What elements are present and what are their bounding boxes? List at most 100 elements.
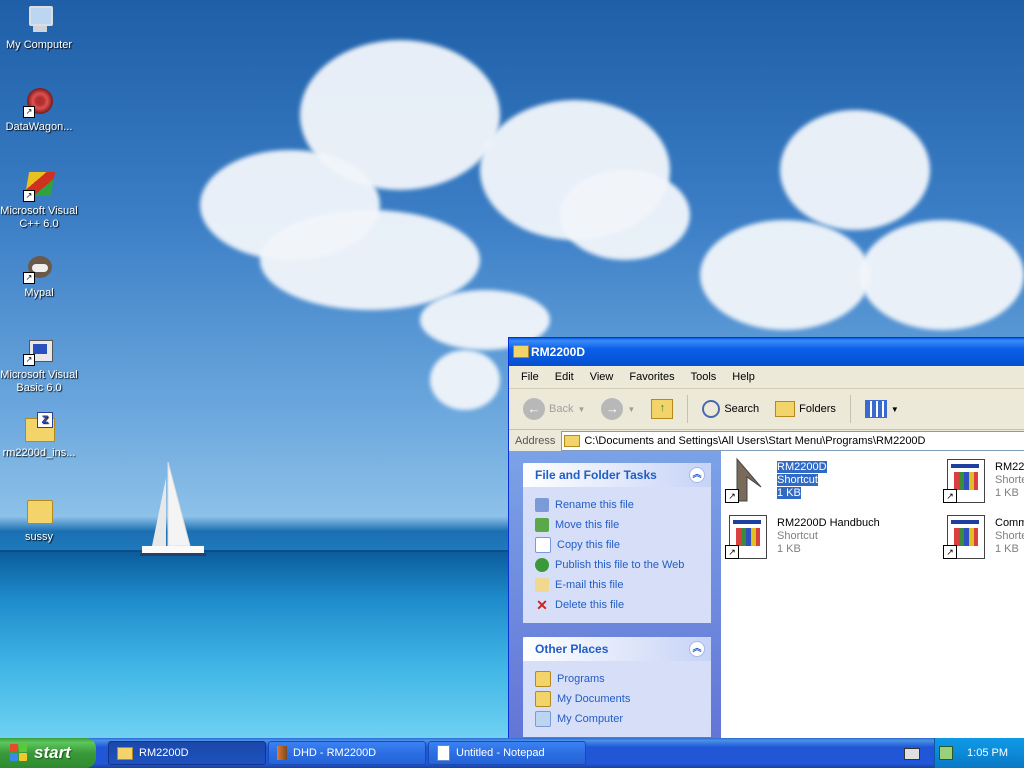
up-folder-button[interactable]: ↑ — [645, 397, 679, 421]
program-window-icon: ↗ — [943, 513, 987, 559]
program-window-icon: ↗ — [943, 457, 987, 503]
task-email[interactable]: E-mail this file — [535, 575, 705, 595]
views-button[interactable]: ▼ — [859, 398, 905, 420]
visual-basic-icon: ↗ — [23, 334, 55, 366]
rm2200d-app-icon — [277, 746, 287, 760]
panel-header[interactable]: Other Places ︽ — [523, 637, 711, 661]
move-icon — [535, 518, 549, 532]
menu-view[interactable]: View — [582, 371, 622, 383]
back-label: Back — [549, 403, 574, 415]
search-button[interactable]: Search — [696, 398, 765, 420]
clock[interactable]: 1:05 PM — [967, 747, 1008, 759]
desktop-icon-visual-basic[interactable]: ↗ Microsoft Visual Basic 6.0 — [0, 334, 78, 395]
file-item-rm2200d-handbuch[interactable]: ↗ RM2200D Handbuch Shortcut 1 KB — [725, 513, 925, 563]
system-tray: 1:05 PM — [934, 738, 1024, 768]
forward-button[interactable]: → ▼ — [595, 396, 641, 422]
menu-bar: File Edit View Favorites Tools Help — [509, 366, 1024, 389]
shortcut-arrow-icon: ↗ — [23, 106, 35, 118]
file-name: RM22 — [995, 461, 1024, 473]
folder-icon — [117, 746, 133, 760]
computer-icon — [535, 711, 551, 727]
place-my-computer[interactable]: My Computer — [535, 709, 705, 729]
shortcut-arrow-icon: ↗ — [23, 190, 35, 202]
desktop-icon-datawagon[interactable]: ↗ DataWagon... — [0, 86, 78, 134]
explorer-content: File and Folder Tasks ︽ Rename this file… — [509, 451, 1024, 738]
up-folder-icon: ↑ — [651, 399, 674, 419]
file-item-rm2200d[interactable]: ↗ RM2200D Shortcut 1 KB — [725, 457, 925, 507]
place-programs[interactable]: Programs — [535, 669, 705, 689]
taskbar-item-notepad[interactable]: Untitled - Notepad — [428, 741, 586, 765]
collapse-chevron-icon[interactable]: ︽ — [689, 641, 705, 657]
file-item-rm22[interactable]: ↗ RM22 Shorte 1 KB — [943, 457, 1024, 507]
globe-icon — [535, 558, 549, 572]
network-icon[interactable] — [939, 746, 954, 760]
start-button[interactable]: start — [0, 738, 96, 768]
shortcut-arrow-icon: ↗ — [943, 545, 957, 559]
desktop-icon-label: Mypal — [24, 287, 54, 299]
file-size: 1 KB — [995, 543, 1019, 555]
folder-icon — [535, 691, 551, 707]
menu-help[interactable]: Help — [724, 371, 763, 383]
menu-edit[interactable]: Edit — [547, 371, 582, 383]
taskbar-item-dhd-rm2200d[interactable]: DHD - RM2200D — [268, 741, 426, 765]
visual-cpp-icon: ↗ — [23, 170, 56, 202]
folder-icon — [564, 435, 581, 447]
collapse-chevron-icon[interactable]: ︽ — [689, 467, 705, 483]
keyboard-icon[interactable] — [904, 748, 920, 760]
copy-icon — [535, 537, 551, 553]
desktop-icon-sussy[interactable]: sussy — [0, 496, 78, 544]
task-publish[interactable]: Publish this file to the Web — [535, 555, 705, 575]
email-icon — [535, 578, 549, 592]
folders-icon — [775, 401, 796, 417]
folder-icon — [513, 345, 529, 358]
windows-logo-icon — [10, 744, 28, 762]
task-rename[interactable]: Rename this file — [535, 495, 705, 515]
desktop-icon-visual-cpp[interactable]: ↗ Microsoft Visual C++ 6.0 — [0, 170, 78, 231]
file-item-comm[interactable]: ↗ Comm Shorte 1 KB — [943, 513, 1024, 563]
task-pane: File and Folder Tasks ︽ Rename this file… — [509, 451, 721, 738]
file-type: Shortcut — [777, 474, 818, 486]
desktop-icon-my-computer[interactable]: My Computer — [0, 4, 78, 52]
rename-icon — [535, 498, 549, 512]
panel-header[interactable]: File and Folder Tasks ︽ — [523, 463, 711, 487]
file-name: RM2200D — [777, 461, 827, 473]
program-window-icon: ↗ — [725, 513, 769, 559]
other-places-panel: Other Places ︽ Programs My Documents My … — [523, 637, 711, 737]
toolbar: ← Back ▼ → ▼ ↑ Search Folders ▼ — [509, 389, 1024, 430]
search-label: Search — [724, 403, 760, 415]
file-size: 1 KB — [995, 487, 1019, 499]
menu-file[interactable]: File — [513, 371, 547, 383]
back-button[interactable]: ← Back ▼ — [517, 396, 591, 422]
explorer-window[interactable]: RM2200D File Edit View Favorites Tools H… — [508, 337, 1024, 739]
file-type: Shorte — [995, 474, 1024, 486]
task-move[interactable]: Move this file — [535, 515, 705, 535]
task-copy[interactable]: Copy this file — [535, 535, 705, 555]
place-my-documents[interactable]: My Documents — [535, 689, 705, 709]
desktop-icon-mypal[interactable]: ↗ Mypal — [0, 252, 78, 300]
file-size: 1 KB — [777, 487, 801, 499]
zip-folder-icon: Z — [23, 412, 55, 444]
address-label: Address — [515, 435, 556, 447]
panel-title: Other Places — [535, 642, 609, 656]
window-titlebar[interactable]: RM2200D — [509, 338, 1024, 366]
notepad-icon — [437, 745, 450, 761]
menu-tools[interactable]: Tools — [683, 371, 725, 383]
menu-favorites[interactable]: Favorites — [621, 371, 682, 383]
start-label: start — [34, 743, 71, 762]
file-name: RM2200D Handbuch — [777, 517, 880, 529]
desktop-icon-rm2200d-installer[interactable]: Z rm2200d_ins... — [0, 412, 78, 460]
shortcut-arrow-icon: ↗ — [725, 489, 739, 503]
folders-button[interactable]: Folders — [769, 399, 842, 419]
shortcut-arrow-icon: ↗ — [23, 354, 35, 366]
task-delete[interactable]: ✕ Delete this file — [535, 595, 705, 615]
file-type: Shortcut — [777, 530, 818, 542]
address-input[interactable]: C:\Documents and Settings\All Users\Star… — [561, 431, 1024, 451]
taskbar-item-rm2200d[interactable]: RM2200D — [108, 741, 266, 765]
computer-icon — [23, 4, 55, 36]
panel-title: File and Folder Tasks — [535, 468, 657, 482]
rm2200d-app-icon: ↗ — [725, 457, 769, 503]
taskbar: start RM2200D DHD - RM2200D Untitled - N… — [0, 738, 1024, 768]
desktop-icon-label: Microsoft Visual C++ 6.0 — [0, 205, 78, 230]
folder-icon — [535, 671, 551, 687]
views-icon — [864, 400, 887, 418]
